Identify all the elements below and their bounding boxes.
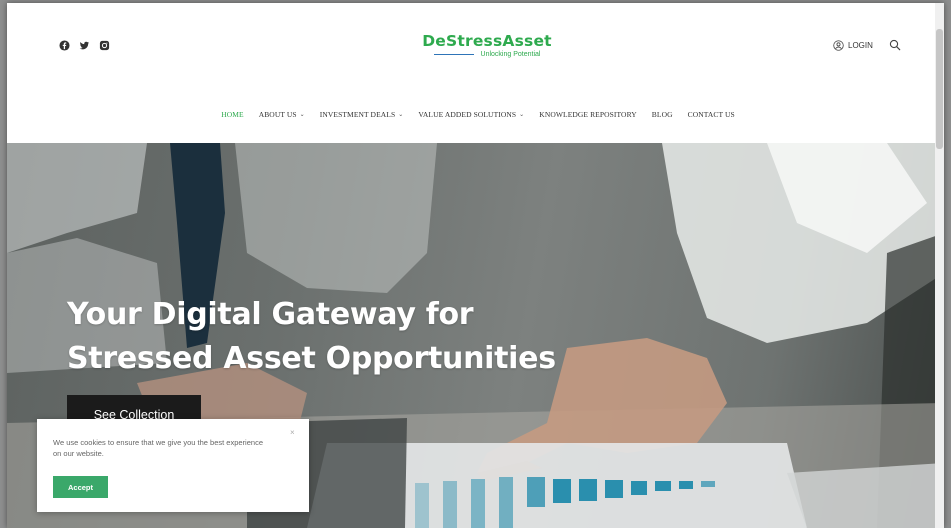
nav-label: INVESTMENT DEALS (319, 110, 396, 119)
chevron-down-icon: ⌄ (398, 112, 404, 118)
chevron-down-icon: ⌄ (299, 112, 305, 118)
nav-label: ABOUT US (258, 110, 297, 119)
nav-label: KNOWLEDGE REPOSITORY (539, 110, 637, 119)
accept-cookies-button[interactable]: Accept (53, 476, 108, 498)
nav-label: CONTACT US (687, 110, 735, 119)
login-label: LOGIN (848, 41, 873, 50)
user-icon (833, 40, 844, 51)
nav-item-contact-us[interactable]: CONTACT US (688, 110, 735, 119)
hero-heading-line-2: Stressed Asset Opportunities (67, 341, 556, 376)
main-navigation: HOME ABOUT US ⌄ INVESTMENT DEALS ⌄ VALUE A… (7, 110, 944, 119)
login-link[interactable]: LOGIN (833, 40, 873, 51)
site-logo[interactable]: DeStressAsset Unlocking Potential (397, 32, 577, 58)
cookie-notice: × We use cookies to ensure that we give … (37, 419, 309, 512)
page-scrollbar[interactable] (935, 3, 944, 528)
twitter-icon[interactable] (79, 40, 90, 51)
nav-item-investment-deals[interactable]: INVESTMENT DEALS ⌄ (320, 110, 404, 119)
cookie-message: We use cookies to ensure that we give yo… (53, 438, 263, 458)
hero-heading: Your Digital Gateway for Stressed Asset … (67, 293, 556, 381)
nav-item-knowledge-repository[interactable]: KNOWLEDGE REPOSITORY (539, 110, 637, 119)
search-icon[interactable] (889, 39, 901, 51)
nav-label: BLOG (651, 110, 673, 119)
nav-item-blog[interactable]: BLOG (652, 110, 673, 119)
nav-label: VALUE ADDED SOLUTIONS (418, 110, 517, 119)
site-header: DeStressAsset Unlocking Potential LOGIN … (7, 3, 944, 143)
facebook-icon[interactable] (59, 40, 70, 51)
scrollbar-thumb[interactable] (936, 29, 943, 149)
hero-heading-line-1: Your Digital Gateway for (67, 297, 474, 332)
logo-tagline: Unlocking Potential (480, 51, 541, 58)
nav-item-about-us[interactable]: ABOUT US ⌄ (259, 110, 305, 119)
logo-divider (433, 54, 474, 55)
nav-label: HOME (221, 110, 244, 119)
logo-tagline-row: Unlocking Potential (397, 51, 577, 58)
logo-title: DeStressAsset (422, 32, 552, 50)
nav-item-value-added-solutions[interactable]: VALUE ADDED SOLUTIONS ⌄ (418, 110, 524, 119)
social-links (59, 40, 110, 51)
chevron-down-icon: ⌄ (519, 112, 525, 118)
instagram-icon[interactable] (99, 40, 110, 51)
nav-item-home[interactable]: HOME (221, 110, 243, 119)
close-icon[interactable]: × (290, 428, 295, 437)
browser-viewport: DeStressAsset Unlocking Potential LOGIN … (7, 3, 944, 528)
